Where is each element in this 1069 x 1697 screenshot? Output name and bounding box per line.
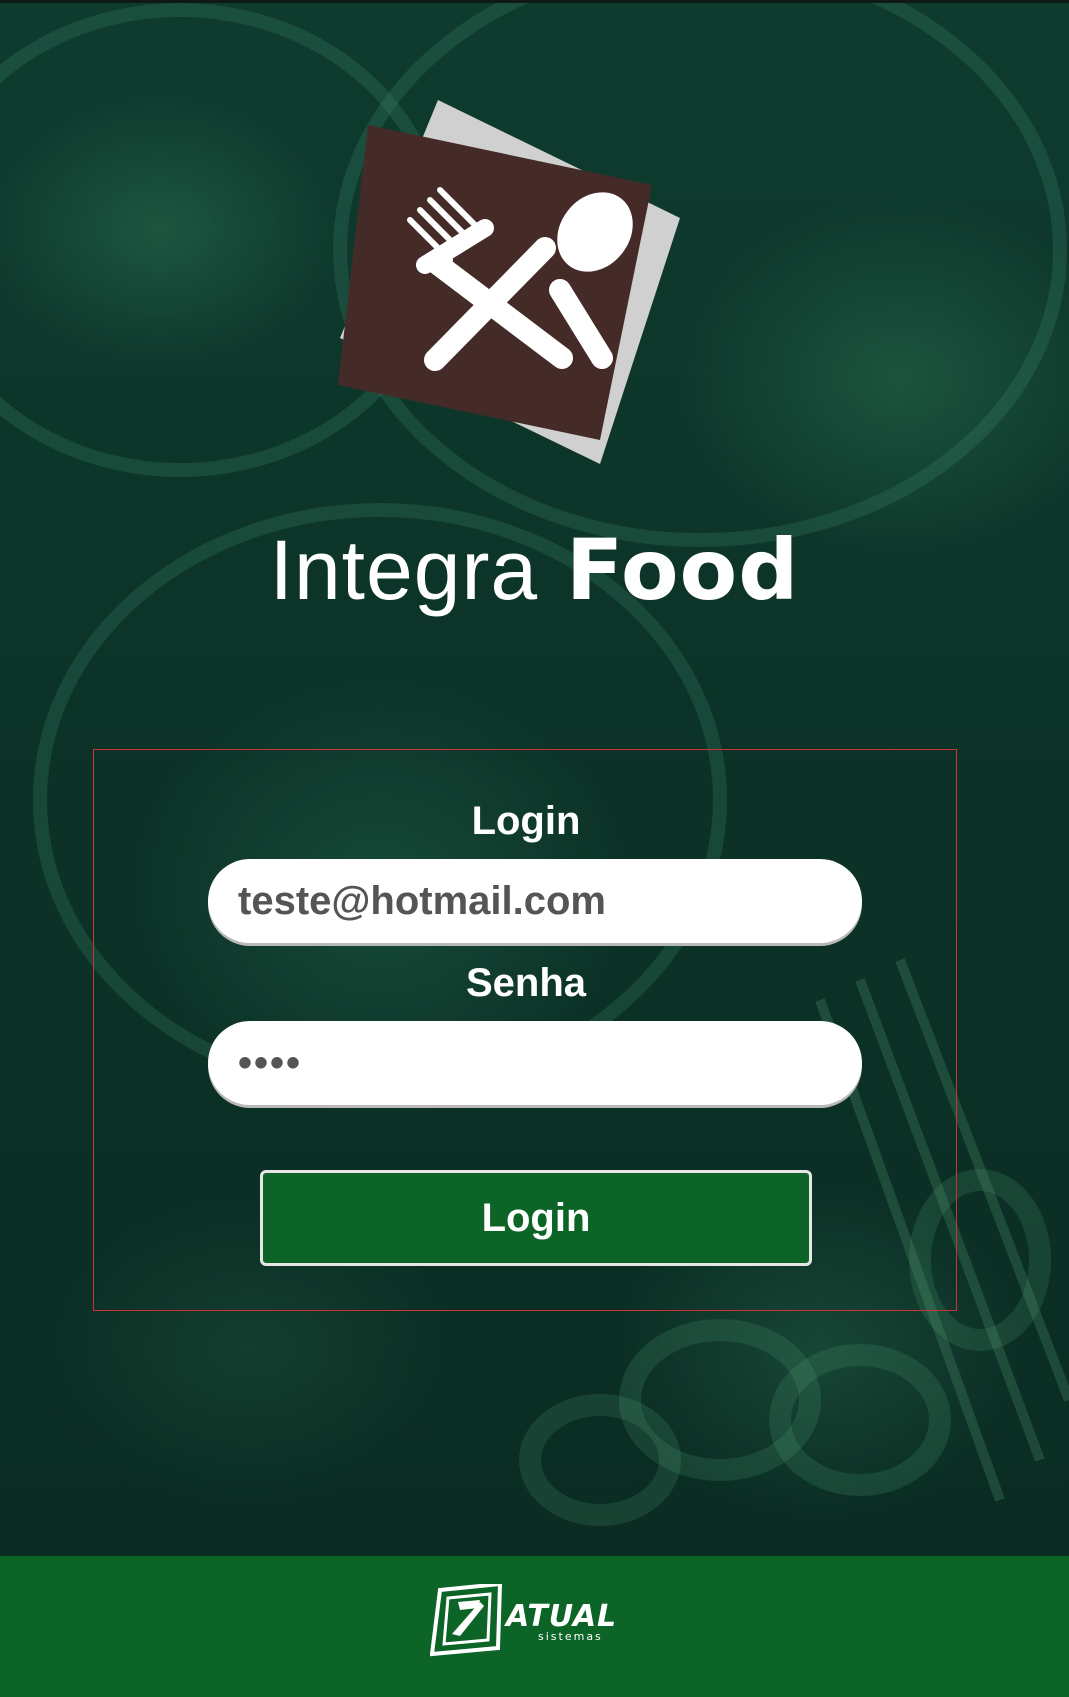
top-edge: [0, 0, 1069, 3]
brand-title-bold: Food: [565, 521, 800, 619]
login-input[interactable]: teste@hotmail.com: [208, 859, 862, 943]
login-form: Login teste@hotmail.com Senha •••• Login: [93, 749, 957, 1311]
login-button[interactable]: Login: [260, 1170, 812, 1266]
atual-logo: ATUAL sistemas: [429, 1581, 645, 1660]
app-logo: [330, 100, 740, 500]
password-label: Senha: [465, 961, 587, 1005]
company-subtitle: sistemas: [538, 1630, 603, 1643]
brand-title-light: Integra: [269, 523, 539, 617]
brand-title: Integra Food: [0, 520, 1069, 620]
company-name: ATUAL: [504, 1599, 617, 1634]
password-input[interactable]: ••••: [208, 1021, 862, 1105]
footer: ATUAL sistemas: [0, 1556, 1069, 1697]
login-label: Login: [471, 799, 581, 843]
